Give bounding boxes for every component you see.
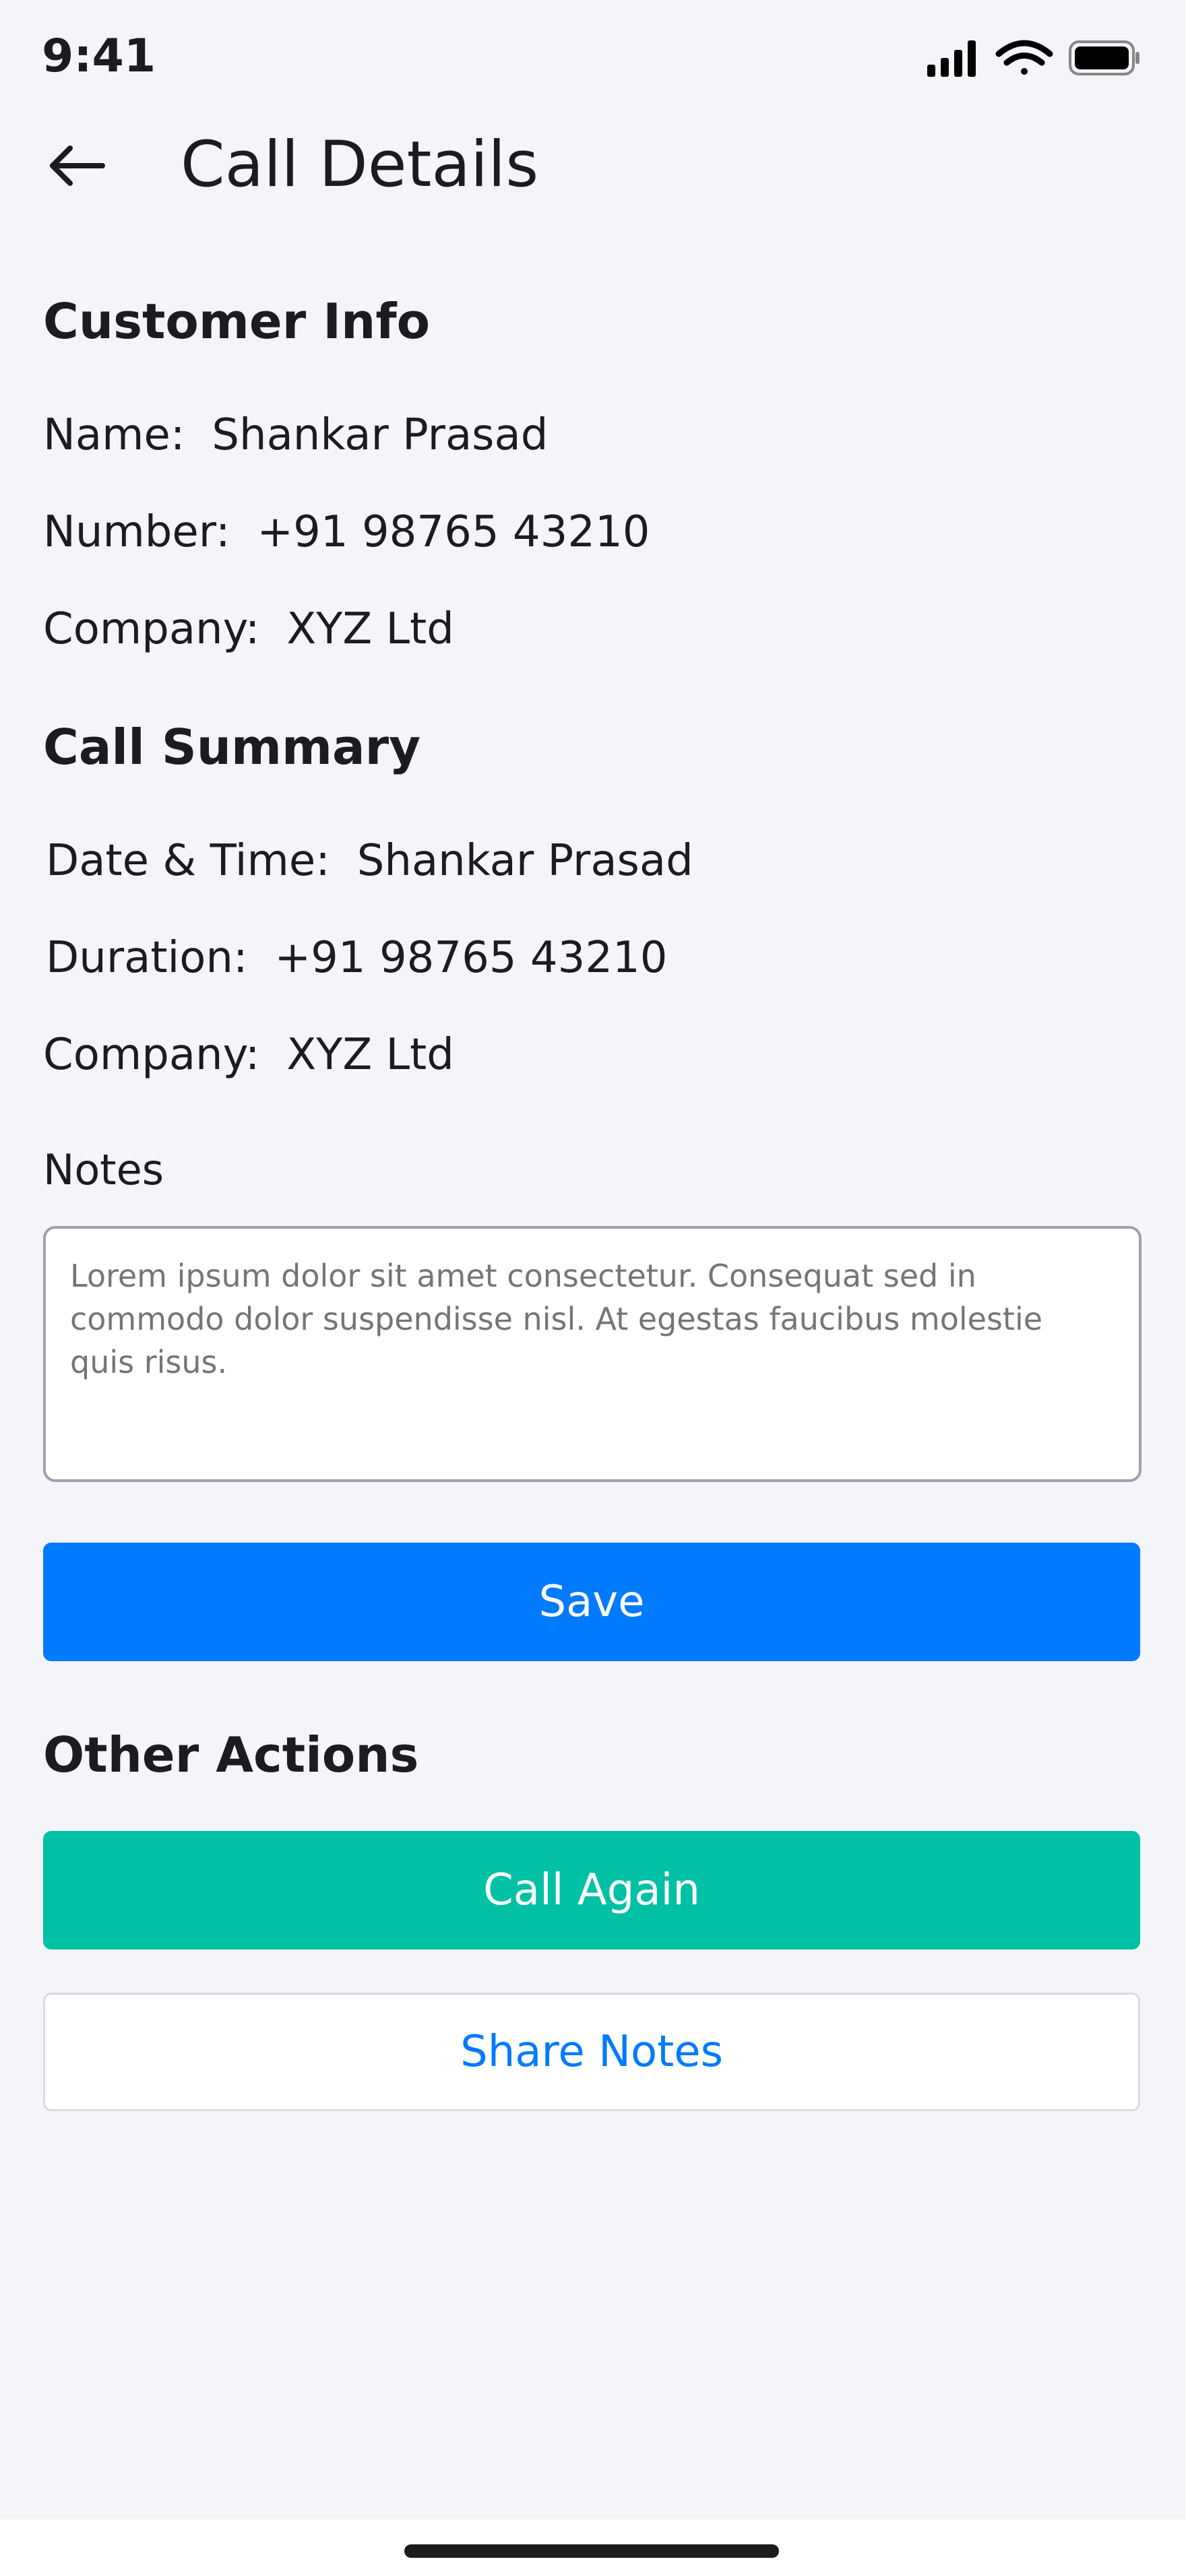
call-company-label: Company: (43, 1030, 260, 1080)
call-company-row: Company: XYZ Ltd (43, 1028, 454, 1082)
signal-icon (927, 40, 976, 77)
customer-company-value: XYZ Ltd (286, 604, 454, 654)
page-title: Call Details (181, 128, 539, 201)
call-summary-heading: Call Summary (43, 719, 421, 775)
share-notes-label: Share Notes (460, 2027, 723, 2077)
save-button-label: Save (538, 1577, 645, 1627)
customer-number-label: Number: (43, 507, 230, 557)
customer-company-label: Company: (43, 604, 260, 654)
call-duration-value: +91 98765 43210 (274, 933, 668, 983)
other-actions-heading: Other Actions (43, 1727, 419, 1783)
customer-number-value: +91 98765 43210 (257, 507, 650, 557)
call-datetime-label: Date & Time: (46, 836, 330, 886)
share-notes-button[interactable]: Share Notes (43, 1993, 1140, 2111)
notes-label: Notes (43, 1145, 164, 1194)
save-button[interactable]: Save (43, 1543, 1140, 1661)
customer-info-heading: Customer Info (43, 293, 431, 350)
status-time: 9:41 (42, 30, 156, 83)
arrow-left-icon (50, 146, 105, 186)
customer-name-label: Name: (43, 410, 185, 460)
call-again-label: Call Again (483, 1865, 700, 1915)
notes-textarea[interactable] (46, 1229, 1139, 1479)
home-indicator[interactable] (404, 2544, 779, 2558)
status-icons (927, 40, 1140, 77)
customer-number-row: Number: +91 98765 43210 (43, 505, 650, 559)
customer-company-row: Company: XYZ Ltd (43, 602, 454, 656)
call-datetime-row: Date & Time: Shankar Prasad (46, 834, 693, 888)
battery-icon (1069, 40, 1140, 75)
customer-name-row: Name: Shankar Prasad (43, 408, 548, 462)
customer-name-value: Shankar Prasad (212, 410, 549, 460)
call-duration-label: Duration: (46, 933, 248, 983)
call-duration-row: Duration: +91 98765 43210 (46, 931, 667, 985)
wifi-icon (995, 40, 1053, 75)
call-again-button[interactable]: Call Again (43, 1831, 1140, 1950)
call-company-value: XYZ Ltd (286, 1030, 454, 1080)
back-button[interactable] (46, 135, 108, 197)
call-datetime-value: Shankar Prasad (356, 836, 693, 886)
notes-box (43, 1226, 1142, 1482)
